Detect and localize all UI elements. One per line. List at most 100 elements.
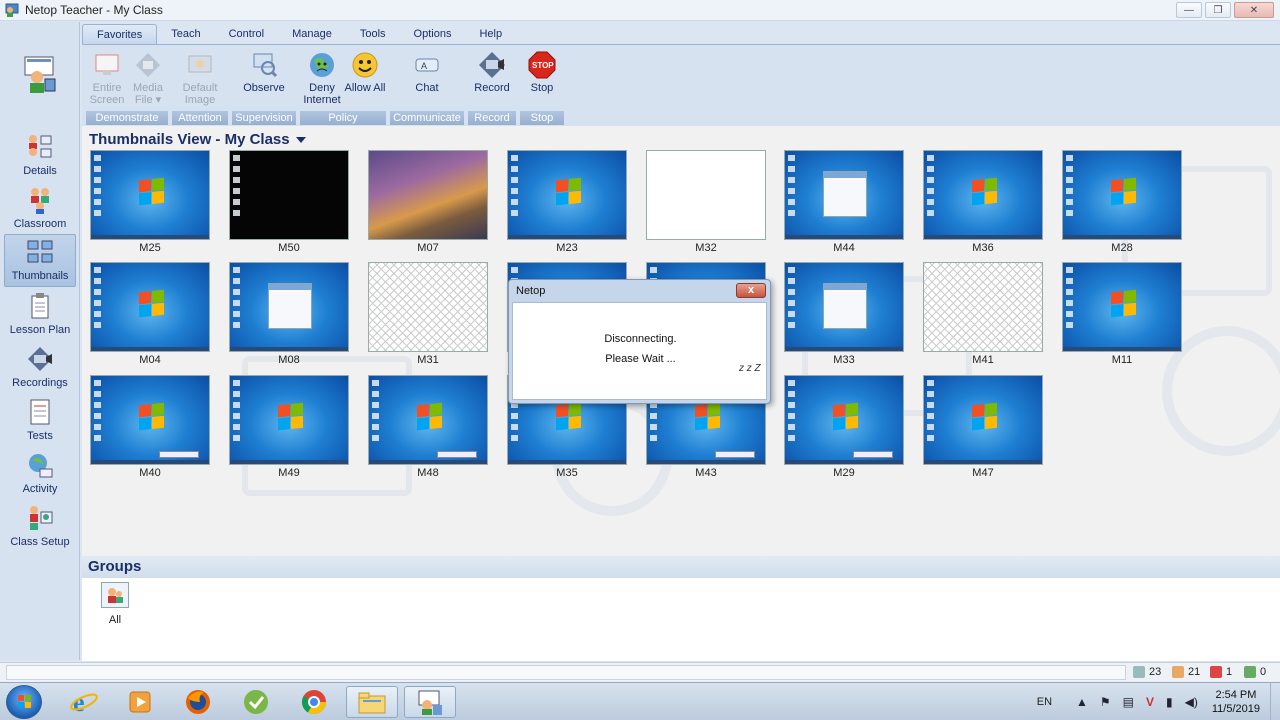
group-all[interactable]: All	[100, 582, 130, 626]
clock[interactable]: 2:54 PM 11/5/2019	[1212, 688, 1260, 716]
student-name-label: M49	[278, 467, 300, 479]
student-screen-preview	[368, 150, 488, 240]
student-thumbnail[interactable]: M48	[368, 375, 488, 479]
allow-all-button[interactable]: Allow All	[344, 47, 386, 109]
student-name-label: M25	[139, 242, 161, 254]
group-label: Attention	[172, 111, 228, 125]
student-screen-preview	[229, 150, 349, 240]
default-image-button[interactable]: Default Image	[172, 47, 228, 109]
tab-tools[interactable]: Tools	[346, 24, 400, 44]
student-thumbnail[interactable]: M31	[368, 262, 488, 366]
mini-taskbar	[369, 460, 487, 464]
taskbar-internet-explorer[interactable]: e	[58, 686, 110, 718]
groups-title: Groups	[88, 558, 142, 575]
windows-logo-icon	[18, 695, 31, 708]
student-thumbnail[interactable]: M28	[1062, 150, 1182, 254]
volume-icon[interactable]: ◀)	[1185, 695, 1198, 709]
taskbar-file-explorer[interactable]	[346, 686, 398, 718]
sidebar-item-class-setup[interactable]: Class Setup	[4, 499, 76, 552]
sidebar-item-classroom[interactable]: Classroom	[4, 181, 76, 234]
antivirus-v-icon[interactable]: V	[1146, 695, 1154, 709]
taskbar-media-player[interactable]	[114, 686, 166, 718]
action-center-flag-icon[interactable]: ⚑	[1100, 695, 1111, 709]
tab-options[interactable]: Options	[400, 24, 466, 44]
windows-logo-icon	[139, 177, 165, 207]
power-icon[interactable]: ▮	[1166, 695, 1173, 709]
mini-taskbar	[785, 347, 903, 351]
minimize-button[interactable]: —	[1176, 2, 1202, 18]
tab-control[interactable]: Control	[215, 24, 278, 44]
sidebar-item-recordings[interactable]: Recordings	[4, 340, 76, 393]
sidebar-item-label: Details	[23, 165, 57, 177]
taskbar-chrome[interactable]	[288, 686, 340, 718]
sidebar-item-thumbnails[interactable]: Thumbnails	[4, 234, 76, 287]
desktop-icons	[788, 155, 796, 221]
show-desktop-button[interactable]	[1270, 683, 1280, 720]
dialog-title: Netop	[516, 285, 546, 297]
language-indicator[interactable]: EN	[1037, 696, 1052, 708]
chat-button[interactable]: A Chat	[390, 47, 464, 109]
student-thumbnail[interactable]: M41	[923, 262, 1043, 366]
windows-taskbar: e EN ▲ ⚑ ▤ V ▮ ◀) 2:54 PM 11/5/2019	[0, 682, 1280, 720]
observe-button[interactable]: Observe	[232, 47, 296, 109]
ribbon-tabs: Favorites Teach Control Manage Tools Opt…	[82, 22, 1280, 44]
clock-time: 2:54 PM	[1215, 689, 1257, 701]
group-label: Policy	[300, 111, 386, 125]
windows-logo-icon	[417, 402, 443, 432]
sidebar-item-details[interactable]: Details	[4, 128, 76, 181]
tab-favorites[interactable]: Favorites	[82, 24, 158, 44]
media-file-icon	[134, 51, 162, 79]
internet-explorer-icon: e	[70, 688, 98, 717]
firefox-icon	[186, 690, 210, 714]
network-icon[interactable]: ▤	[1123, 695, 1134, 709]
student-thumbnail[interactable]: M40	[90, 375, 210, 479]
student-name-label: M41	[972, 354, 994, 366]
sidebar-item-tests[interactable]: Tests	[4, 393, 76, 446]
record-button[interactable]: Record	[468, 47, 516, 109]
student-thumbnail[interactable]: M49	[229, 375, 349, 479]
mini-taskbar	[230, 460, 348, 464]
taskbar-firefox[interactable]	[172, 686, 224, 718]
tab-help[interactable]: Help	[465, 24, 516, 44]
student-screen-preview	[229, 375, 349, 465]
close-button[interactable]: ✕	[1234, 2, 1274, 18]
tab-teach[interactable]: Teach	[157, 24, 214, 44]
taskbar-netop-teacher[interactable]	[404, 686, 456, 718]
dialog-close-button[interactable]: x	[736, 283, 766, 298]
student-thumbnail[interactable]: M36	[923, 150, 1043, 254]
media-file-button[interactable]: Media File ▾	[128, 47, 168, 109]
student-thumbnail[interactable]: M07	[368, 150, 488, 254]
student-name-label: M47	[972, 467, 994, 479]
entire-screen-button[interactable]: Entire Screen	[86, 47, 128, 109]
desktop-icons	[372, 380, 380, 446]
student-thumbnail[interactable]: M08	[229, 262, 349, 366]
maximize-button[interactable]: ❐	[1205, 2, 1231, 18]
student-thumbnail[interactable]: M47	[923, 375, 1043, 479]
student-thumbnail[interactable]: M33	[784, 262, 904, 366]
student-name-label: M43	[695, 467, 717, 479]
group-label: Supervision	[232, 111, 296, 125]
student-thumbnail[interactable]: M44	[784, 150, 904, 254]
student-thumbnail[interactable]: M04	[90, 262, 210, 366]
window-title: Netop Teacher - My Class	[25, 3, 163, 17]
stop-button[interactable]: STOP Stop	[520, 47, 564, 109]
student-thumbnail[interactable]: M50	[229, 150, 349, 254]
show-hidden-icons-arrow-icon[interactable]: ▲	[1076, 695, 1088, 709]
student-thumbnail[interactable]: M11	[1062, 262, 1182, 366]
desktop-icons	[511, 155, 519, 221]
taskbar-app-green[interactable]	[230, 686, 282, 718]
student-thumbnail[interactable]: M23	[507, 150, 627, 254]
student-thumbnail[interactable]: M29	[784, 375, 904, 479]
start-button[interactable]	[6, 685, 42, 719]
deny-internet-button[interactable]: Deny Internet	[300, 47, 344, 109]
sidebar-item-lesson-plan[interactable]: Lesson Plan	[4, 287, 76, 340]
desktop-icons	[927, 155, 935, 221]
student-screen-preview	[507, 150, 627, 240]
lesson-plan-icon	[26, 292, 54, 320]
view-title[interactable]: Thumbnails View - My Class	[89, 131, 306, 148]
tab-manage[interactable]: Manage	[278, 24, 346, 44]
dialog-body: Disconnecting. Please Wait ... z z Z	[512, 302, 767, 400]
student-thumbnail[interactable]: M25	[90, 150, 210, 254]
student-thumbnail[interactable]: M32	[646, 150, 766, 254]
sidebar-item-activity[interactable]: Activity	[4, 446, 76, 499]
